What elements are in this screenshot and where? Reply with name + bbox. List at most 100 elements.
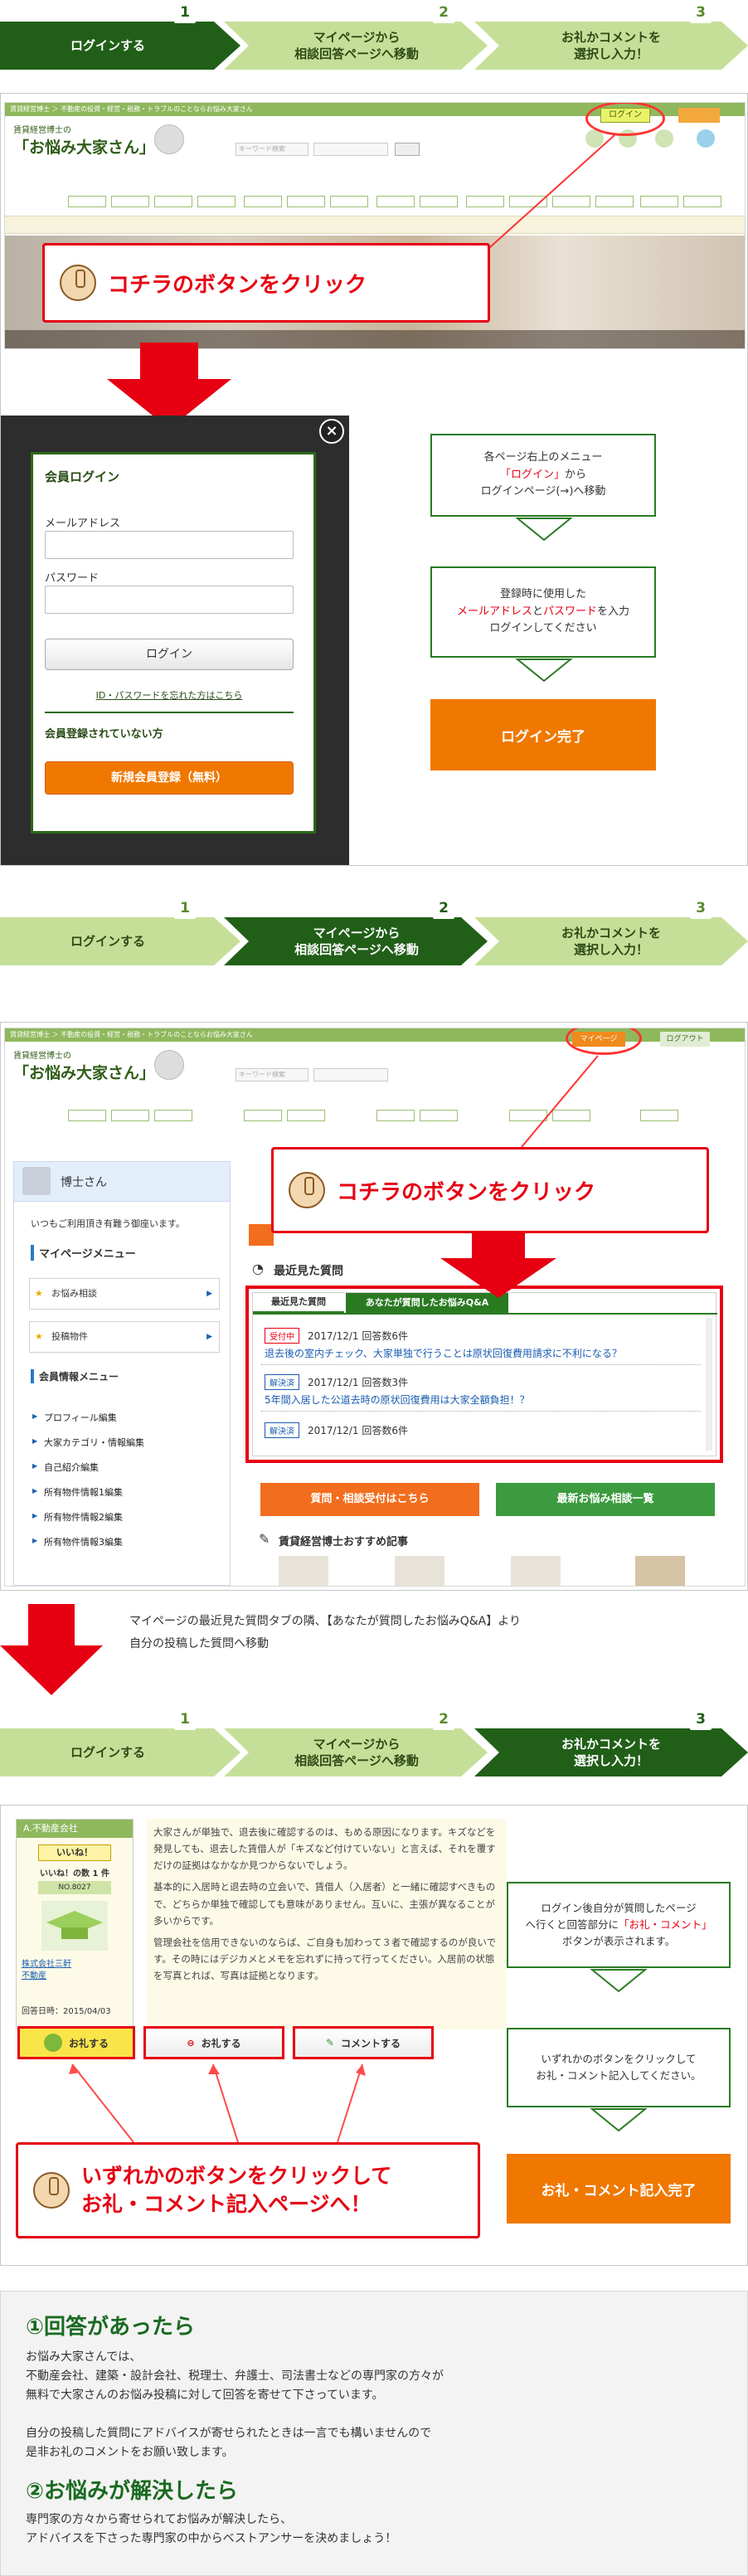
menu-item-property[interactable]: ★ 投稿物件 ▶	[29, 1321, 220, 1353]
flow-arrow-icon	[590, 1969, 648, 1993]
step-1: 1 ログインする	[0, 0, 240, 70]
choose-button-callout: いずれかのボタンをクリックして お礼・コメント記入ページへ！	[16, 2142, 480, 2238]
step-1-number: 1	[174, 1708, 196, 1730]
step-3-label: お礼かコメントを 選択し入力！	[561, 29, 661, 61]
article-thumb	[511, 1556, 561, 1586]
star-icon: ★	[35, 1331, 43, 1342]
connector-lines	[69, 2063, 366, 2143]
step-2-label: マイページから 相談回答ページへ移動	[294, 29, 419, 61]
welcome-text: いつもご利用頂き有難う御座います。	[31, 1218, 185, 1229]
flow1-step-box-1: 各ページ右上のメニュー 「ログイン」から ログインページ(→)へ移動	[430, 434, 656, 517]
chevron-right-icon: ▶	[206, 1333, 212, 1341]
down-arrow-icon	[0, 1604, 103, 1695]
info-heading-1: ①回答があったら	[26, 2315, 196, 2340]
article-thumb	[279, 1556, 328, 1586]
step-1-label: ログインする	[70, 933, 145, 949]
login-complete-label: ログイン完了	[430, 699, 656, 770]
login-title: 会員ログイン	[45, 469, 120, 484]
member-link[interactable]: 所有物件情報1編集	[32, 1485, 123, 1499]
password-label: パスワード	[45, 572, 100, 585]
pointing-hand-icon	[33, 2172, 70, 2209]
pointing-hand-icon	[60, 265, 96, 301]
click-here-text: コチラのボタンをクリック	[108, 272, 367, 298]
member-menu-title: 会員情報メニュー	[31, 1369, 119, 1383]
step-1: 1 ログインする	[0, 1707, 240, 1776]
step-3-label: お礼かコメントを 選択し入力！	[561, 1736, 661, 1768]
step-bar-3: 1 ログインする 2 マイページから 相談回答ページへ移動 3 お礼かコメントを…	[0, 1707, 748, 1776]
member-link[interactable]: プロフィール編集	[32, 1411, 117, 1424]
flow-arrow-icon	[590, 2108, 648, 2132]
login-modal: 会員ログイン メールアドレス パスワード ログイン ID・パスワードを忘れた方は…	[31, 452, 316, 834]
step-3-number: 3	[690, 2, 712, 23]
click-here-callout: コチラのボタンをクリック	[42, 243, 490, 323]
step-3-number: 3	[690, 897, 712, 919]
clock-icon: ◔	[252, 1261, 264, 1276]
click-here-text: コチラのボタンをクリック	[337, 1179, 596, 1205]
modal-divider	[45, 712, 294, 713]
recommend-title: 賃貸経営博士おすすめ記事	[279, 1536, 409, 1548]
step-3: 3 お礼かコメントを 選択し入力！	[474, 896, 748, 965]
flow1-step-box-2: 登録時に使用した メールアドレスとパスワードを入力 ログインしてください	[430, 566, 656, 658]
step-3-label: お礼かコメントを 選択し入力！	[561, 925, 661, 957]
close-icon[interactable]: ×	[319, 419, 344, 444]
forgot-password-link[interactable]: ID・パスワードを忘れた方はこちら	[45, 688, 294, 702]
step-2-number: 2	[433, 2, 454, 23]
login-button[interactable]: ログイン	[45, 639, 294, 670]
connector-line	[464, 134, 615, 270]
article-thumb	[635, 1556, 685, 1586]
consult-button[interactable]: 質問・相談受付はこちら	[260, 1483, 479, 1516]
step-2: 2 マイページから 相談回答ページへ移動	[224, 0, 489, 70]
email-label: メールアドレス	[45, 518, 121, 530]
step-3-number: 3	[690, 1708, 712, 1730]
chevron-right-icon: ▶	[206, 1290, 212, 1298]
step-1-label: ログインする	[70, 1744, 145, 1760]
step-3: 3 お礼かコメントを 選択し入力！	[474, 1707, 748, 1776]
not-member-heading: 会員登録されていない方	[45, 728, 163, 741]
pencil-icon: ✎	[259, 1531, 270, 1547]
comment-complete-label: お礼・コメント記入完了	[507, 2154, 731, 2224]
move-note: マイページの最近見た質問タブの隣、【あなたが質問したお悩みQ&A】より 自分の投…	[129, 1615, 521, 1650]
latest-consult-button[interactable]: 最新お悩み相談一覧	[496, 1483, 715, 1516]
step-1-number: 1	[174, 2, 196, 23]
mypage-panel: 賃貸経営博士 ＞ 不動産の投資・経営・税務・トラブルのことならお悩み大家さん 賃…	[0, 1022, 748, 1591]
member-link[interactable]: 大家カテゴリ・情報編集	[32, 1436, 144, 1449]
step-2-number: 2	[433, 897, 454, 919]
login-panel: 賃貸経営博士 ＞ 不動産の投資・経営・税務・トラブルのことならお悩み大家さん 賃…	[0, 93, 748, 866]
step-bar-1: 1 ログインする 2 マイページから 相談回答ページへ移動 3 お礼かコメントを…	[0, 0, 748, 70]
member-link[interactable]: 所有物件情報2編集	[32, 1510, 123, 1524]
info-paragraph-1: お悩み大家さんでは、 不動産会社、建築・設計会社、税理士、弁護士、司法書士などの…	[26, 2350, 444, 2460]
mypage-sidebar: 博士さん いつもご利用頂き有難う御座います。 マイページメニュー ★ お悩み相談…	[13, 1161, 231, 1586]
step-bar-2: 1 ログインする 2 マイページから 相談回答ページへ移動 3 お礼かコメントを…	[0, 896, 748, 965]
step-2-label: マイページから 相談回答ページへ移動	[294, 925, 419, 957]
info-heading-2: ②お悩みが解決したら	[26, 2479, 239, 2504]
step-2: 2 マイページから 相談回答ページへ移動	[224, 1707, 489, 1776]
step-2-number: 2	[433, 1708, 454, 1730]
mypage-menu-title: マイページメニュー	[31, 1245, 136, 1261]
info-paragraph-2: 専門家の方々から寄せられてお悩みが解決したら、 アドバイスを下さった専門家の中か…	[26, 2513, 397, 2546]
menu-item-consult[interactable]: ★ お悩み相談 ▶	[29, 1278, 220, 1310]
flow3-step-box-1: ログイン後自分が質問したページ へ行くと回答部分に「お礼・コメント」 ボタンが表示さ…	[507, 1882, 731, 1968]
step-3: 3 お礼かコメントを 選択し入力！	[474, 0, 748, 70]
article-thumb	[395, 1556, 444, 1586]
main-tab-orange[interactable]	[249, 1224, 274, 1246]
step-2: 2 マイページから 相談回答ページへ移動	[224, 896, 489, 965]
email-field[interactable]	[45, 531, 294, 559]
choose-button-text: いずれかのボタンをクリックして お礼・コメント記入ページへ！	[81, 2164, 392, 2216]
register-button[interactable]: 新規会員登録（無料）	[45, 761, 294, 795]
down-arrow-icon	[440, 1233, 556, 1298]
step-1-label: ログインする	[70, 37, 145, 53]
flow-arrow-icon	[515, 518, 573, 542]
step-1: 1 ログインする	[0, 896, 240, 965]
question-list-highlight	[245, 1286, 723, 1463]
answer-panel: A.不動産会社 いいね！ いいね！の数 1 件 NO.8027 株式会社三軒 不動…	[0, 1805, 748, 2266]
password-field[interactable]	[45, 586, 294, 614]
step-1-number: 1	[174, 897, 196, 919]
step-2-label: マイページから 相談回答ページへ移動	[294, 1736, 419, 1768]
flow3-step-box-2: いずれかのボタンをクリックして お礼・コメント記入してください。	[507, 2028, 731, 2107]
info-section: ①回答があったら お悩み大家さんでは、 不動産会社、建築・設計会社、税理士、弁護…	[0, 2291, 748, 2576]
pointing-hand-icon	[289, 1172, 325, 1208]
member-link[interactable]: 所有物件情報3編集	[32, 1535, 123, 1548]
click-here-callout: コチラのボタンをクリック	[271, 1147, 709, 1233]
member-link[interactable]: 自己紹介編集	[32, 1461, 99, 1474]
recent-section-title: 最近見た質問	[274, 1265, 343, 1278]
